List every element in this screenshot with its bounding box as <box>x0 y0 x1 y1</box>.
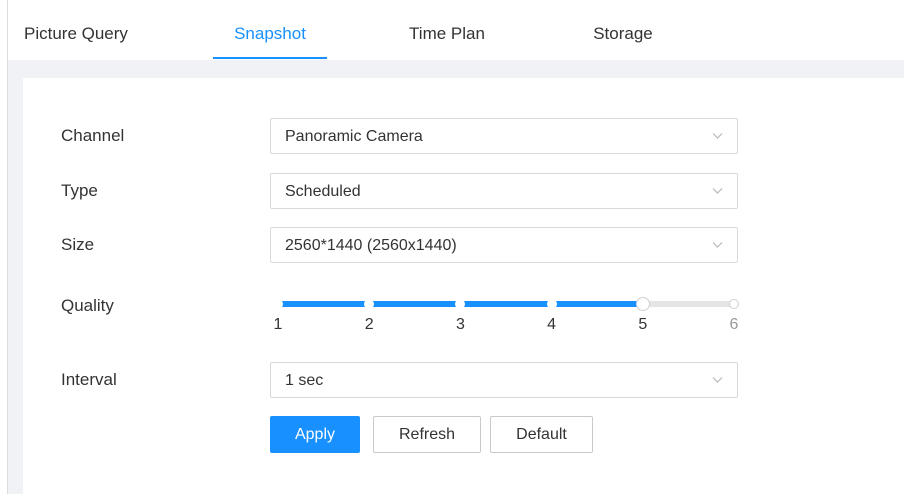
type-label: Type <box>61 181 98 200</box>
size-select[interactable]: 2560*1440 (2560x1440) <box>270 227 738 263</box>
size-label: Size <box>61 235 95 254</box>
tab-snapshot[interactable]: Snapshot <box>213 0 327 60</box>
quality-stop[interactable] <box>729 299 739 309</box>
channel-value: Panoramic Camera <box>285 128 423 145</box>
content-gutter <box>8 60 23 494</box>
channel-label: Channel <box>61 126 125 145</box>
chevron-down-icon <box>712 242 723 248</box>
tab-time-plan[interactable]: Time Plan <box>400 0 494 60</box>
channel-select[interactable]: Panoramic Camera <box>270 118 738 154</box>
quality-stop[interactable] <box>546 299 557 309</box>
quality-mark: 1 <box>273 316 283 333</box>
interval-label: Interval <box>61 370 117 389</box>
apply-button[interactable]: Apply <box>270 416 360 453</box>
quality-mark: 3 <box>455 316 465 333</box>
refresh-button[interactable]: Refresh <box>373 416 481 453</box>
default-button[interactable]: Default <box>490 416 593 453</box>
quality-mark: 6 <box>729 316 739 333</box>
quality-label: Quality <box>61 296 114 315</box>
tab-storage[interactable]: Storage <box>580 0 666 60</box>
quality-mark: 4 <box>547 316 557 333</box>
quality-stop[interactable] <box>364 299 375 309</box>
interval-select[interactable]: 1 sec <box>270 362 738 398</box>
chevron-down-icon <box>712 188 723 194</box>
quality-slider[interactable]: 1 2 3 4 5 6 <box>273 296 739 336</box>
size-value: 2560*1440 (2560x1440) <box>285 237 457 254</box>
quality-slider-handle[interactable] <box>635 297 650 311</box>
type-value: Scheduled <box>285 183 361 200</box>
type-select[interactable]: Scheduled <box>270 173 738 209</box>
quality-stop[interactable] <box>273 299 283 309</box>
quality-mark: 5 <box>638 316 648 333</box>
active-tab-indicator <box>213 57 327 59</box>
interval-value: 1 sec <box>285 372 324 389</box>
tab-picture-query[interactable]: Picture Query <box>24 0 132 60</box>
quality-stop[interactable] <box>455 299 466 309</box>
content-separator <box>8 60 904 78</box>
chevron-down-icon <box>712 133 723 139</box>
quality-mark: 2 <box>364 316 374 333</box>
chevron-down-icon <box>712 377 723 383</box>
